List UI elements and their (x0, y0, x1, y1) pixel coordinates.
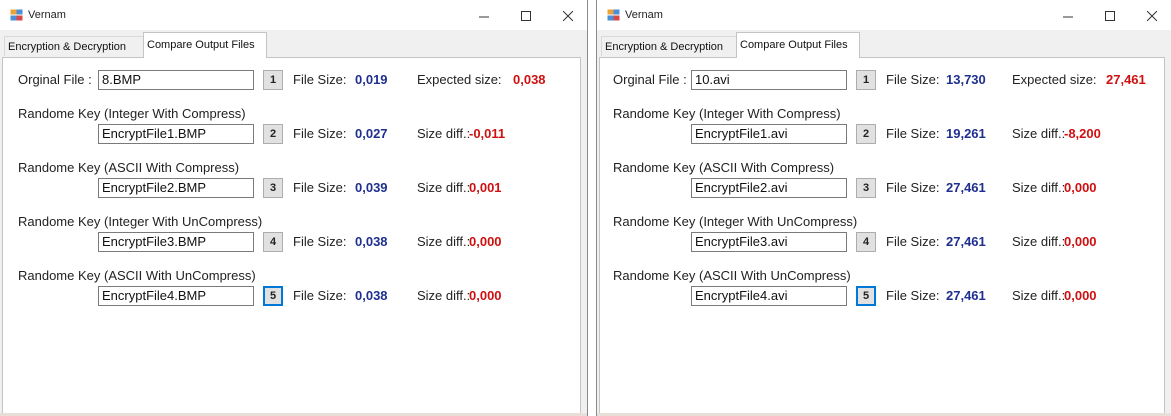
compare-button-4[interactable]: 4 (263, 232, 283, 252)
row-label-ascii-uncompress: Randome Key (ASCII With UnCompress) (18, 268, 256, 283)
size-diff-label: Size diff.: (417, 180, 471, 195)
tab-strip: Encryption & Decryption Compare Output F… (0, 30, 587, 58)
encrypt-file-2-field[interactable]: EncryptFile2.BMP (98, 178, 254, 198)
original-file-label: Orginal File : (18, 72, 92, 87)
file-size-value: 19,261 (946, 126, 986, 141)
row-label-integer-uncompress: Randome Key (Integer With UnCompress) (613, 214, 858, 229)
size-diff-label: Size diff.: (1012, 126, 1066, 141)
file-size-label: File Size: (886, 72, 940, 87)
row-label-ascii-compress: Randome Key (ASCII With Compress) (613, 160, 835, 175)
window-title: Vernam (625, 9, 663, 21)
window-title: Vernam (28, 9, 66, 21)
size-diff-value: 0,001 (469, 180, 502, 195)
row-label-integer-uncompress: Randome Key (Integer With UnCompress) (18, 214, 263, 229)
expected-size-label: Expected size: (1012, 72, 1097, 87)
size-diff-value: 0,000 (1064, 288, 1097, 303)
original-file-size: 0,019 (355, 72, 388, 87)
size-diff-value: 0,000 (469, 234, 502, 249)
encrypt-file-1-field[interactable]: EncryptFile1.BMP (98, 124, 254, 144)
size-diff-value: 0,000 (1064, 180, 1097, 195)
original-file-button[interactable]: 1 (856, 70, 876, 90)
file-size-value: 27,461 (946, 180, 986, 195)
encrypt-file-3-field[interactable]: EncryptFile3.avi (691, 232, 847, 252)
file-size-value: 27,461 (946, 234, 986, 249)
file-size-value: 27,461 (946, 288, 986, 303)
file-size-label: File Size: (886, 234, 940, 249)
encrypt-file-3-field[interactable]: EncryptFile3.BMP (98, 232, 254, 252)
size-diff-label: Size diff.: (1012, 234, 1066, 249)
file-size-label: File Size: (886, 126, 940, 141)
title-bar[interactable]: Vernam (597, 0, 1171, 30)
original-file-field[interactable]: 10.avi (691, 70, 847, 90)
app-icon (10, 9, 23, 21)
compare-tab-page: Orginal File : 8.BMP 1 File Size: 0,019 … (2, 57, 581, 414)
compare-button-3[interactable]: 3 (856, 178, 876, 198)
tab-compare-output-files[interactable]: Compare Output Files (736, 32, 860, 58)
file-size-label: File Size: (886, 288, 940, 303)
size-diff-label: Size diff.: (417, 288, 471, 303)
size-diff-value: 0,000 (469, 288, 502, 303)
size-diff-value: 0,000 (1064, 234, 1097, 249)
title-bar[interactable]: Vernam (0, 0, 587, 30)
file-size-value: 0,038 (355, 288, 388, 303)
expected-size-value: 27,461 (1106, 72, 1146, 87)
file-size-label: File Size: (293, 72, 347, 87)
size-diff-label: Size diff.: (1012, 180, 1066, 195)
file-size-value: 0,038 (355, 234, 388, 249)
vernam-window-left: Vernam Encryption & Decryption Compare O… (0, 0, 588, 416)
file-size-label: File Size: (293, 126, 347, 141)
file-size-value: 0,039 (355, 180, 388, 195)
size-diff-value: -0,011 (469, 126, 506, 141)
maximize-icon[interactable] (1093, 0, 1127, 30)
compare-button-4[interactable]: 4 (856, 232, 876, 252)
row-label-integer-compress: Randome Key (Integer With Compress) (18, 106, 246, 121)
size-diff-label: Size diff.: (1012, 288, 1066, 303)
row-label-ascii-compress: Randome Key (ASCII With Compress) (18, 160, 240, 175)
tab-strip: Encryption & Decryption Compare Output F… (597, 30, 1171, 58)
size-diff-label: Size diff.: (417, 234, 471, 249)
compare-button-2[interactable]: 2 (856, 124, 876, 144)
close-icon[interactable] (1135, 0, 1169, 30)
row-label-integer-compress: Randome Key (Integer With Compress) (613, 106, 841, 121)
file-size-label: File Size: (886, 180, 940, 195)
compare-tab-page: Orginal File : 10.avi 1 File Size: 13,73… (599, 57, 1165, 414)
size-diff-value: -8,200 (1064, 126, 1101, 141)
original-file-field[interactable]: 8.BMP (98, 70, 254, 90)
compare-button-3[interactable]: 3 (263, 178, 283, 198)
encrypt-file-1-field[interactable]: EncryptFile1.avi (691, 124, 847, 144)
original-file-button[interactable]: 1 (263, 70, 283, 90)
file-size-label: File Size: (293, 288, 347, 303)
minimize-icon[interactable] (467, 0, 501, 30)
expected-size-label: Expected size: (417, 72, 502, 87)
file-size-label: File Size: (293, 234, 347, 249)
file-size-label: File Size: (293, 180, 347, 195)
tab-encryption-decryption[interactable]: Encryption & Decryption (4, 36, 144, 56)
minimize-icon[interactable] (1051, 0, 1085, 30)
expected-size-value: 0,038 (513, 72, 546, 87)
original-file-label: Orginal File : (613, 72, 687, 87)
original-file-size: 13,730 (946, 72, 986, 87)
compare-button-2[interactable]: 2 (263, 124, 283, 144)
row-label-ascii-uncompress: Randome Key (ASCII With UnCompress) (613, 268, 851, 283)
vernam-window-right: Vernam Encryption & Decryption Compare O… (596, 0, 1171, 416)
close-icon[interactable] (551, 0, 585, 30)
compare-button-5[interactable]: 5 (263, 286, 283, 306)
encrypt-file-2-field[interactable]: EncryptFile2.avi (691, 178, 847, 198)
maximize-icon[interactable] (509, 0, 543, 30)
tab-compare-output-files[interactable]: Compare Output Files (143, 32, 267, 58)
size-diff-label: Size diff.: (417, 126, 471, 141)
file-size-value: 0,027 (355, 126, 388, 141)
encrypt-file-4-field[interactable]: EncryptFile4.avi (691, 286, 847, 306)
tab-encryption-decryption[interactable]: Encryption & Decryption (601, 36, 737, 56)
encrypt-file-4-field[interactable]: EncryptFile4.BMP (98, 286, 254, 306)
app-icon (607, 9, 620, 21)
compare-button-5[interactable]: 5 (856, 286, 876, 306)
